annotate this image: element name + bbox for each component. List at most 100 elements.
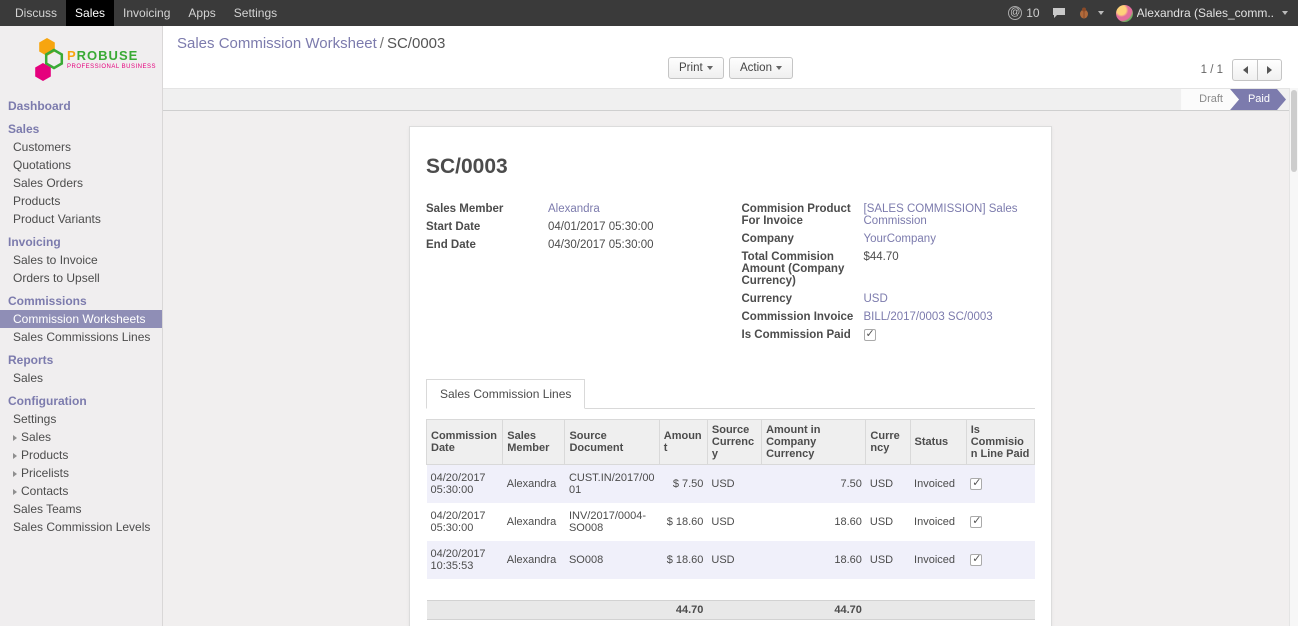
messages-button[interactable] [1052, 7, 1066, 19]
total-amount: 44.70 [659, 600, 707, 619]
col-commission-date[interactable]: Commission Date [427, 420, 503, 465]
sidebar-item-config-sales[interactable]: Sales [0, 428, 162, 446]
commission-line-row[interactable]: 04/20/2017 10:35:53 Alexandra SO008 $ 18… [427, 541, 1035, 579]
chevron-down-icon [776, 66, 782, 70]
field-label: Is Commission Paid [742, 329, 860, 341]
main-menus: Discuss Sales Invoicing Apps Settings [0, 0, 286, 26]
cell-amount: $ 7.50 [659, 465, 707, 504]
col-status[interactable]: Status [910, 420, 966, 465]
chevron-left-icon [1243, 66, 1248, 74]
cell-company-amount: 18.60 [762, 503, 866, 541]
sidebar-item-dashboard[interactable]: Dashboard [0, 97, 162, 115]
commission-line-row[interactable]: 04/20/2017 05:30:00 Alexandra INV/2017/0… [427, 503, 1035, 541]
field-label: End Date [426, 239, 544, 251]
vertical-scrollbar[interactable] [1289, 88, 1298, 626]
sidebar-item-customers[interactable]: Customers [0, 138, 162, 156]
cell-member: Alexandra [503, 465, 565, 504]
logo-tagline-text: PROFESSIONAL BUSINESS [67, 64, 156, 70]
sidebar-item-sales-commission-levels[interactable]: Sales Commission Levels [0, 518, 162, 536]
chevron-right-icon [1267, 66, 1272, 74]
field-label: Sales Member [426, 203, 544, 215]
pager-label: 1 / 1 [1201, 64, 1223, 76]
sidebar-item-pricelists[interactable]: Pricelists [0, 464, 162, 482]
cell-member: Alexandra [503, 541, 565, 579]
cell-currency: USD [866, 465, 910, 504]
field-label: Currency [742, 293, 860, 305]
commission-product-link[interactable]: [SALES COMMISSION] Sales Commission [864, 203, 1018, 227]
sidebar-item-label: Sales [21, 430, 51, 444]
field-end-date: End Date 04/30/2017 05:30:00 [426, 239, 720, 251]
logo-hexagons-icon [30, 36, 64, 82]
cell-amount: $ 18.60 [659, 503, 707, 541]
form-sheet: SC/0003 Sales Member Alexandra Start Dat… [409, 126, 1052, 626]
sidebar-item-config-products[interactable]: Products [0, 446, 162, 464]
col-currency[interactable]: Currency [866, 420, 910, 465]
cell-currency: USD [866, 541, 910, 579]
commission-line-row[interactable]: 04/20/2017 05:30:00 Alexandra CUST.IN/20… [427, 465, 1035, 504]
sidebar-section-invoicing[interactable]: Invoicing [0, 233, 162, 251]
cell-source-currency: USD [707, 503, 761, 541]
pager-next-button[interactable] [1257, 59, 1282, 81]
sidebar-item-product-variants[interactable]: Product Variants [0, 210, 162, 228]
status-step-draft[interactable]: Draft [1181, 89, 1239, 110]
commission-lines-table: Commission Date Sales Member Source Docu… [426, 419, 1035, 620]
menu-sales[interactable]: Sales [66, 0, 114, 26]
sidebar-item-commission-worksheets[interactable]: Commission Worksheets [0, 310, 162, 328]
menu-apps[interactable]: Apps [179, 0, 224, 26]
sidebar-item-contacts[interactable]: Contacts [0, 482, 162, 500]
scrollbar-thumb[interactable] [1291, 90, 1297, 172]
col-source-document[interactable]: Source Document [565, 420, 659, 465]
breadcrumb-parent-link[interactable]: Sales Commission Worksheet [177, 35, 377, 52]
debug-menu[interactable] [1078, 7, 1104, 19]
col-source-currency[interactable]: Source Currency [707, 420, 761, 465]
commission-invoice-link[interactable]: BILL/2017/0003 SC/0003 [864, 311, 993, 323]
cell-status: Invoiced [910, 465, 966, 504]
expand-arrow-icon [13, 453, 17, 459]
avatar [1116, 5, 1133, 22]
menu-settings[interactable]: Settings [225, 0, 286, 26]
field-commission-product: Commision Product For Invoice [SALES COM… [742, 203, 1036, 227]
col-is-commission-line-paid[interactable]: Is Commision Line Paid [966, 420, 1034, 465]
line-paid-checkbox [970, 516, 982, 528]
sidebar-item-products[interactable]: Products [0, 192, 162, 210]
sidebar-section-sales[interactable]: Sales [0, 120, 162, 138]
print-button[interactable]: Print [668, 57, 724, 79]
activities-indicator[interactable]: @ 10 [1008, 6, 1039, 20]
sidebar-item-orders-to-upsell[interactable]: Orders to Upsell [0, 269, 162, 287]
cell-date: 04/20/2017 05:30:00 [427, 465, 503, 504]
sales-member-link[interactable]: Alexandra [548, 203, 600, 215]
field-company: Company YourCompany [742, 233, 1036, 245]
total-commission-amount-value: $44.70 [864, 251, 1036, 263]
sidebar-item-sales-orders[interactable]: Sales Orders [0, 174, 162, 192]
sidebar-section-reports[interactable]: Reports [0, 351, 162, 369]
sidebar-item-sales-to-invoice[interactable]: Sales to Invoice [0, 251, 162, 269]
menu-invoicing[interactable]: Invoicing [114, 0, 179, 26]
user-menu[interactable]: Alexandra (Sales_comm.. [1116, 5, 1288, 22]
field-is-commission-paid: Is Commission Paid [742, 329, 1036, 341]
sidebar-section-configuration[interactable]: Configuration [0, 392, 162, 410]
cell-status: Invoiced [910, 503, 966, 541]
menu-discuss[interactable]: Discuss [6, 0, 66, 26]
col-amount[interactable]: Amount [659, 420, 707, 465]
cell-source-currency: USD [707, 541, 761, 579]
sidebar-item-settings[interactable]: Settings [0, 410, 162, 428]
company-link[interactable]: YourCompany [864, 233, 936, 245]
col-sales-member[interactable]: Sales Member [503, 420, 565, 465]
top-navbar: Discuss Sales Invoicing Apps Settings @ … [0, 0, 1298, 26]
print-button-label: Print [679, 62, 703, 74]
action-button[interactable]: Action [729, 57, 793, 79]
sidebar-item-sales-teams[interactable]: Sales Teams [0, 500, 162, 518]
col-amount-company-currency[interactable]: Amount in Company Currency [762, 420, 866, 465]
cell-company-amount: 18.60 [762, 541, 866, 579]
sidebar-item-sales-commissions-lines[interactable]: Sales Commissions Lines [0, 328, 162, 346]
sidebar-section-commissions[interactable]: Commissions [0, 292, 162, 310]
cell-source-currency: USD [707, 465, 761, 504]
statusbar: Draft Paid [163, 88, 1298, 111]
sidebar-item-quotations[interactable]: Quotations [0, 156, 162, 174]
sidebar-item-reports-sales[interactable]: Sales [0, 369, 162, 387]
pager-previous-button[interactable] [1232, 59, 1257, 81]
table-spacer [427, 579, 1035, 600]
currency-link[interactable]: USD [864, 293, 888, 305]
breadcrumb-current: SC/0003 [387, 35, 445, 52]
tab-sales-commission-lines[interactable]: Sales Commission Lines [426, 379, 585, 409]
